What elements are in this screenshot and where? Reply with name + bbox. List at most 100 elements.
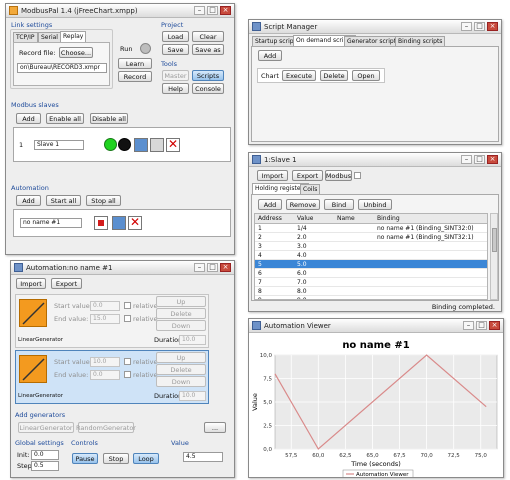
slave-delete-icon[interactable]: ✕: [166, 138, 180, 152]
table-row[interactable]: 1 1/4 no name #1 (Binding_SINT32:0): [255, 224, 487, 233]
add-script-button[interactable]: Add: [258, 50, 282, 61]
end-relative-checkbox[interactable]: [124, 315, 131, 322]
table-row[interactable]: 2 2.0 no name #1 (Binding_SINT32:1): [255, 233, 487, 242]
end-value-field[interactable]: 0.0: [90, 370, 120, 380]
more-generators-button[interactable]: ...: [204, 422, 226, 433]
stop-button[interactable]: Stop: [103, 453, 129, 464]
init-field[interactable]: 0.0: [31, 450, 59, 460]
start-value-field[interactable]: 10.0: [90, 357, 120, 367]
automation-titlebar[interactable]: Automation:no name #1 – □ ×: [11, 261, 234, 275]
modbuspal-titlebar[interactable]: ModbusPal 1.4 (jFreeChart.xmpp) – □ ×: [6, 4, 234, 18]
column-binding[interactable]: Binding: [377, 214, 400, 224]
slave-duplicate-icon[interactable]: [150, 138, 164, 152]
duration-field[interactable]: 10.0: [179, 391, 206, 401]
move-down-button[interactable]: Down: [156, 376, 206, 387]
linear-generator-button[interactable]: LinearGenerator: [18, 422, 74, 433]
run-toggle-icon[interactable]: [140, 43, 151, 54]
execute-button[interactable]: Execute: [282, 70, 316, 81]
start-all-button[interactable]: Start all: [46, 195, 81, 206]
generator-item[interactable]: LinearGenerator Start value: 0.0 relative En…: [15, 294, 209, 348]
slave-item[interactable]: 1 Slave 1 ✕: [18, 138, 188, 152]
close-icon[interactable]: ×: [489, 321, 500, 330]
automation-name-field[interactable]: no name #1: [20, 218, 82, 228]
delete-generator-button[interactable]: Delete: [156, 364, 206, 375]
slave-titlebar[interactable]: 1:Slave 1 – □ ×: [249, 153, 501, 167]
scripts-button[interactable]: Scripts: [192, 70, 224, 81]
automation-delete-icon[interactable]: ✕: [128, 216, 142, 230]
automation-edit-icon[interactable]: [112, 216, 126, 230]
enable-all-button[interactable]: Enable all: [46, 113, 84, 124]
add-register-button[interactable]: Add: [258, 199, 282, 210]
clear-button[interactable]: Clear: [192, 31, 224, 42]
close-icon[interactable]: ×: [220, 6, 231, 15]
duration-field[interactable]: 10.0: [179, 335, 206, 345]
master-button[interactable]: Master: [162, 70, 189, 81]
load-button[interactable]: Load: [162, 31, 189, 42]
disable-all-button[interactable]: Disable all: [90, 113, 128, 124]
table-row[interactable]: 7 7.0: [255, 278, 487, 287]
start-relative-checkbox[interactable]: [124, 302, 131, 309]
import-button[interactable]: Import: [16, 278, 46, 289]
automation-stop-icon[interactable]: [94, 216, 108, 230]
bind-button[interactable]: Bind: [324, 199, 354, 210]
end-relative-checkbox[interactable]: [124, 371, 131, 378]
maximize-icon[interactable]: □: [476, 321, 487, 330]
help-button[interactable]: Help: [162, 83, 189, 94]
minimize-icon[interactable]: –: [461, 155, 472, 164]
move-up-button[interactable]: Up: [156, 352, 206, 363]
slave-enabled-icon[interactable]: [104, 138, 117, 151]
unbind-button[interactable]: Unbind: [358, 199, 392, 210]
tab-coils[interactable]: Coils: [300, 184, 321, 194]
learn-button[interactable]: Learn: [118, 58, 152, 69]
remove-register-button[interactable]: Remove: [286, 199, 320, 210]
column-value[interactable]: Value: [297, 214, 313, 224]
slave-status-icon[interactable]: [118, 138, 131, 151]
tab-tcpip[interactable]: TCP/IP: [13, 32, 38, 42]
export-button[interactable]: Export: [292, 170, 323, 181]
table-row[interactable]: 5 5.0: [255, 260, 487, 269]
minimize-icon[interactable]: –: [463, 321, 474, 330]
loop-button[interactable]: Loop: [133, 453, 159, 464]
tab-generator-scripts[interactable]: Generator scripts: [344, 36, 403, 46]
automation-item[interactable]: no name #1 ✕: [18, 216, 148, 230]
delete-generator-button[interactable]: Delete: [156, 308, 206, 319]
pause-button[interactable]: Pause: [72, 453, 98, 464]
export-button[interactable]: Export: [51, 278, 82, 289]
add-slave-button[interactable]: Add: [16, 113, 41, 124]
table-row[interactable]: 6 6.0: [255, 269, 487, 278]
stop-all-button[interactable]: Stop all: [86, 195, 121, 206]
generator-item[interactable]: LinearGenerator Start value: 10.0 relative E…: [15, 350, 209, 404]
tab-replay[interactable]: Replay: [60, 31, 87, 42]
record-button[interactable]: Record: [118, 71, 152, 82]
step-field[interactable]: 0.5: [31, 461, 59, 471]
minimize-icon[interactable]: –: [194, 263, 205, 272]
start-relative-checkbox[interactable]: [124, 358, 131, 365]
open-script-button[interactable]: Open: [352, 70, 380, 81]
table-row[interactable]: 3 3.0: [255, 242, 487, 251]
delete-script-button[interactable]: Delete: [320, 70, 348, 81]
modbus-toggle[interactable]: [354, 172, 361, 179]
add-automation-button[interactable]: Add: [16, 195, 41, 206]
script-manager-titlebar[interactable]: Script Manager – □ ×: [249, 20, 501, 34]
tab-binding-scripts[interactable]: Binding scripts: [395, 36, 446, 46]
close-icon[interactable]: ×: [487, 155, 498, 164]
column-address[interactable]: Address: [258, 214, 282, 224]
maximize-icon[interactable]: □: [207, 263, 218, 272]
scrollbar-thumb[interactable]: [492, 228, 497, 252]
random-generator-button[interactable]: RandomGenerator: [76, 422, 136, 433]
end-value-field[interactable]: 15.0: [90, 314, 120, 324]
console-button[interactable]: Console: [192, 83, 224, 94]
close-icon[interactable]: ×: [220, 263, 231, 272]
start-value-field[interactable]: 0.0: [90, 301, 120, 311]
save-as-button[interactable]: Save as: [192, 44, 224, 55]
script-item[interactable]: Chart Execute Delete Open: [257, 68, 385, 83]
table-scrollbar[interactable]: [490, 213, 498, 300]
tab-serial[interactable]: Serial: [38, 32, 61, 42]
minimize-icon[interactable]: –: [461, 22, 472, 31]
move-down-button[interactable]: Down: [156, 320, 206, 331]
choose-button[interactable]: Choose...: [59, 47, 93, 58]
automation-viewer-titlebar[interactable]: Automation Viewer – □ ×: [249, 319, 503, 333]
save-button[interactable]: Save: [162, 44, 189, 55]
move-up-button[interactable]: Up: [156, 296, 206, 307]
table-row[interactable]: 99.0: [255, 296, 487, 299]
